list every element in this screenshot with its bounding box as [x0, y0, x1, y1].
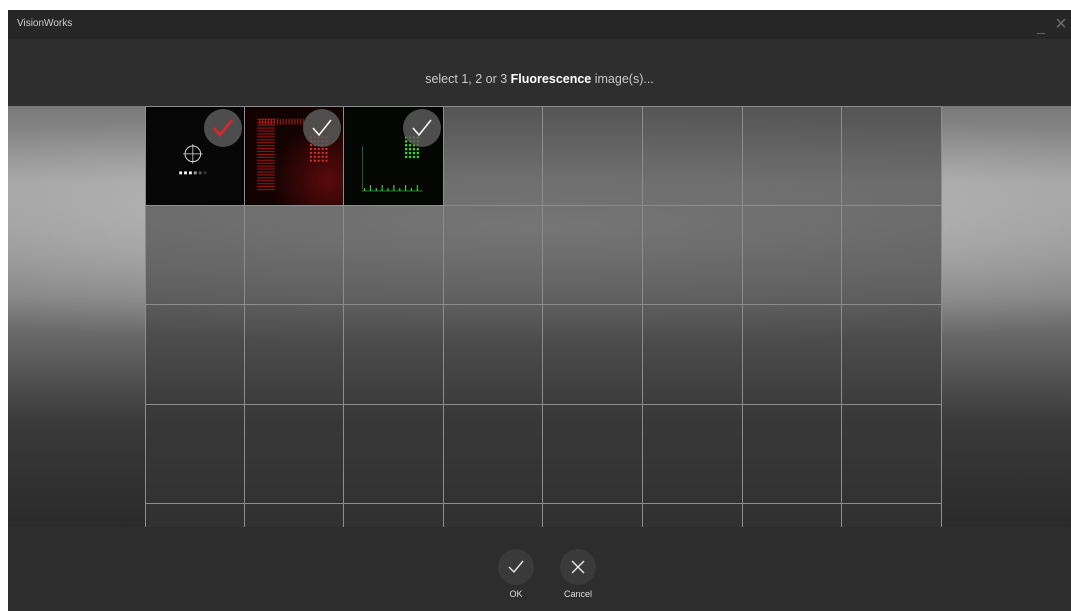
prompt-emphasis: Fluorescence	[510, 72, 592, 86]
empty-slot	[344, 205, 444, 306]
prompt-prefix: select 1, 2 or 3	[425, 72, 511, 86]
empty-slot	[344, 504, 444, 527]
empty-slot	[642, 504, 743, 527]
prompt-bar: select 1, 2 or 3 Fluorescence image(s)..…	[8, 39, 1071, 106]
selected-check-icon[interactable]	[303, 109, 342, 147]
empty-slot	[244, 205, 345, 306]
image-gallery	[8, 106, 1071, 527]
empty-slot	[443, 404, 544, 505]
prompt-text: select 1, 2 or 3 Fluorescence image(s)..…	[8, 72, 1071, 86]
empty-slot	[642, 205, 743, 306]
title-bar: VisionWorks _ ×	[8, 10, 1071, 39]
empty-slot	[642, 404, 743, 505]
empty-slot	[842, 504, 942, 527]
empty-slot	[842, 106, 942, 206]
action-bar: OK Cancel	[8, 527, 1071, 611]
empty-slot	[145, 205, 245, 306]
thumbnail[interactable]	[145, 106, 245, 206]
minimize-icon[interactable]: _	[1037, 19, 1049, 34]
app-window: VisionWorks _ × select 1, 2 or 3 Fluores…	[8, 10, 1071, 611]
empty-slot	[842, 305, 942, 405]
empty-slot	[145, 504, 245, 527]
empty-slot	[443, 106, 544, 206]
empty-slot	[543, 504, 643, 527]
close-icon[interactable]: ×	[1053, 14, 1069, 34]
empty-slot	[244, 404, 345, 505]
empty-slot	[543, 106, 643, 206]
empty-slot	[742, 205, 843, 306]
thumbnail[interactable]	[244, 106, 345, 206]
empty-slot	[344, 305, 444, 405]
empty-slot	[344, 404, 444, 505]
selected-check-icon[interactable]	[203, 109, 242, 147]
empty-slot	[145, 305, 245, 405]
prompt-suffix: image(s)...	[591, 72, 654, 86]
empty-slot	[543, 205, 643, 306]
cancel-icon[interactable]	[560, 549, 596, 585]
empty-slot	[145, 404, 245, 505]
empty-slot	[742, 305, 843, 405]
empty-slot	[443, 305, 544, 405]
empty-slot	[443, 504, 544, 527]
check-icon[interactable]	[498, 549, 534, 585]
empty-slot	[842, 404, 942, 505]
window-title: VisionWorks	[17, 18, 73, 29]
empty-slot	[642, 305, 743, 405]
thumbnail-grid	[145, 106, 942, 527]
thumbnail[interactable]	[344, 106, 444, 206]
empty-slot	[543, 404, 643, 505]
cancel-label: Cancel	[563, 589, 592, 599]
ok-label: OK	[509, 589, 523, 599]
empty-slot	[642, 106, 743, 206]
empty-slot	[742, 404, 843, 505]
empty-slot	[842, 205, 942, 306]
empty-slot	[742, 504, 843, 527]
empty-slot	[244, 504, 345, 527]
empty-slot	[244, 305, 345, 405]
empty-slot	[443, 205, 544, 306]
selected-check-icon[interactable]	[402, 109, 441, 147]
ok-button[interactable]: OK	[491, 549, 541, 599]
empty-slot	[742, 106, 843, 206]
cancel-button[interactable]: Cancel	[553, 549, 603, 599]
empty-slot	[543, 305, 643, 405]
